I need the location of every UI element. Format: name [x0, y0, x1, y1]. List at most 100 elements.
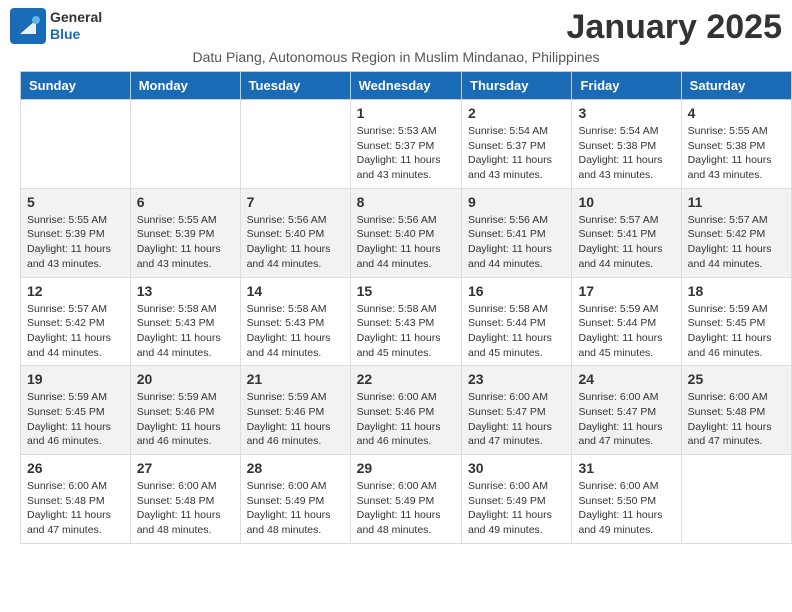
day-number: 15: [357, 283, 455, 299]
day-info: Sunrise: 5:55 AM Sunset: 5:39 PM Dayligh…: [137, 213, 234, 272]
day-cell: 1Sunrise: 5:53 AM Sunset: 5:37 PM Daylig…: [350, 100, 461, 189]
day-info: Sunrise: 5:54 AM Sunset: 5:37 PM Dayligh…: [468, 124, 565, 183]
day-cell: 18Sunrise: 5:59 AM Sunset: 5:45 PM Dayli…: [681, 277, 791, 366]
logo-general: General: [50, 9, 102, 25]
day-number: 19: [27, 371, 124, 387]
day-cell: [130, 100, 240, 189]
day-cell: 31 Sunrise: 6:00 AM Sunset: 5:50 PM Dayli…: [572, 455, 681, 544]
logo: General Blue: [10, 8, 102, 44]
day-cell: 11Sunrise: 5:57 AM Sunset: 5:42 PM Dayli…: [681, 188, 791, 277]
day-number: 13: [137, 283, 234, 299]
day-cell: [681, 455, 791, 544]
day-info: Sunrise: 5:55 AM Sunset: 5:39 PM Dayligh…: [27, 213, 124, 272]
day-cell: 27 Sunrise: 6:00 AM Sunset: 5:48 PM Dayli…: [130, 455, 240, 544]
day-cell: 5 Sunrise: 5:55 AM Sunset: 5:39 PM Daylig…: [21, 188, 131, 277]
day-info: Sunrise: 5:56 AM Sunset: 5:40 PM Dayligh…: [247, 213, 344, 272]
day-cell: 28 Sunrise: 6:00 AM Sunset: 5:49 PM Dayli…: [240, 455, 350, 544]
day-cell: 26 Sunrise: 6:00 AM Sunset: 5:48 PM Dayli…: [21, 455, 131, 544]
day-cell: [240, 100, 350, 189]
day-info: Sunrise: 5:59 AM Sunset: 5:46 PM Dayligh…: [247, 390, 344, 449]
day-info: Sunrise: 6:00 AM Sunset: 5:49 PM Dayligh…: [357, 479, 455, 538]
day-cell: 12 Sunrise: 5:57 AM Sunset: 5:42 PM Dayli…: [21, 277, 131, 366]
day-cell: 7Sunrise: 5:56 AM Sunset: 5:40 PM Daylig…: [240, 188, 350, 277]
day-cell: 30 Sunrise: 6:00 AM Sunset: 5:49 PM Dayli…: [462, 455, 572, 544]
logo-text: General Blue: [50, 9, 102, 43]
day-cell: 20Sunrise: 5:59 AM Sunset: 5:46 PM Dayli…: [130, 366, 240, 455]
day-header-thursday: Thursday: [462, 72, 572, 100]
day-number: 9: [468, 194, 565, 210]
day-info: Sunrise: 6:00 AM Sunset: 5:48 PM Dayligh…: [688, 390, 785, 449]
day-cell: 16 Sunrise: 5:58 AM Sunset: 5:44 PM Dayli…: [462, 277, 572, 366]
day-number: 16: [468, 283, 565, 299]
day-info: Sunrise: 6:00 AM Sunset: 5:49 PM Dayligh…: [247, 479, 344, 538]
day-number: 31: [578, 460, 674, 476]
day-info: Sunrise: 5:56 AM Sunset: 5:41 PM Dayligh…: [468, 213, 565, 272]
day-info: Sunrise: 5:55 AM Sunset: 5:38 PM Dayligh…: [688, 124, 785, 183]
day-header-sunday: Sunday: [21, 72, 131, 100]
day-number: 25: [688, 371, 785, 387]
day-cell: 23 Sunrise: 6:00 AM Sunset: 5:47 PM Dayli…: [462, 366, 572, 455]
day-number: 29: [357, 460, 455, 476]
day-cell: 13 Sunrise: 5:58 AM Sunset: 5:43 PM Dayli…: [130, 277, 240, 366]
month-title: January 2025: [567, 8, 783, 47]
day-number: 28: [247, 460, 344, 476]
day-cell: 4 Sunrise: 5:55 AM Sunset: 5:38 PM Daylig…: [681, 100, 791, 189]
day-info: Sunrise: 5:53 AM Sunset: 5:37 PM Dayligh…: [357, 124, 455, 183]
day-number: 12: [27, 283, 124, 299]
day-number: 17: [578, 283, 674, 299]
day-header-monday: Monday: [130, 72, 240, 100]
day-number: 3: [578, 105, 674, 121]
day-info: Sunrise: 6:00 AM Sunset: 5:47 PM Dayligh…: [468, 390, 565, 449]
day-cell: 25 Sunrise: 6:00 AM Sunset: 5:48 PM Dayli…: [681, 366, 791, 455]
day-number: 23: [468, 371, 565, 387]
day-cell: 3 Sunrise: 5:54 AM Sunset: 5:38 PM Daylig…: [572, 100, 681, 189]
day-cell: 29 Sunrise: 6:00 AM Sunset: 5:49 PM Dayli…: [350, 455, 461, 544]
day-info: Sunrise: 5:58 AM Sunset: 5:43 PM Dayligh…: [137, 302, 234, 361]
day-info: Sunrise: 5:54 AM Sunset: 5:38 PM Dayligh…: [578, 124, 674, 183]
day-info: Sunrise: 6:00 AM Sunset: 5:47 PM Dayligh…: [578, 390, 674, 449]
day-number: 6: [137, 194, 234, 210]
day-info: Sunrise: 5:59 AM Sunset: 5:46 PM Dayligh…: [137, 390, 234, 449]
day-header-tuesday: Tuesday: [240, 72, 350, 100]
day-cell: 8 Sunrise: 5:56 AM Sunset: 5:40 PM Daylig…: [350, 188, 461, 277]
logo-blue: Blue: [50, 26, 80, 42]
day-number: 21: [247, 371, 344, 387]
day-number: 14: [247, 283, 344, 299]
logo-icon: [10, 8, 46, 44]
day-header-saturday: Saturday: [681, 72, 791, 100]
day-cell: 14Sunrise: 5:58 AM Sunset: 5:43 PM Dayli…: [240, 277, 350, 366]
day-number: 26: [27, 460, 124, 476]
day-number: 27: [137, 460, 234, 476]
day-cell: 21 Sunrise: 5:59 AM Sunset: 5:46 PM Dayli…: [240, 366, 350, 455]
day-info: Sunrise: 5:56 AM Sunset: 5:40 PM Dayligh…: [357, 213, 455, 272]
day-cell: 17 Sunrise: 5:59 AM Sunset: 5:44 PM Dayli…: [572, 277, 681, 366]
day-info: Sunrise: 6:00 AM Sunset: 5:46 PM Dayligh…: [357, 390, 455, 449]
day-info: Sunrise: 5:58 AM Sunset: 5:43 PM Dayligh…: [357, 302, 455, 361]
day-number: 10: [578, 194, 674, 210]
day-number: 2: [468, 105, 565, 121]
day-number: 5: [27, 194, 124, 210]
day-number: 8: [357, 194, 455, 210]
day-cell: 6 Sunrise: 5:55 AM Sunset: 5:39 PM Daylig…: [130, 188, 240, 277]
day-header-friday: Friday: [572, 72, 681, 100]
day-header-wednesday: Wednesday: [350, 72, 461, 100]
day-number: 4: [688, 105, 785, 121]
day-cell: 15 Sunrise: 5:58 AM Sunset: 5:43 PM Dayli…: [350, 277, 461, 366]
day-cell: [21, 100, 131, 189]
day-info: Sunrise: 6:00 AM Sunset: 5:48 PM Dayligh…: [137, 479, 234, 538]
day-number: 18: [688, 283, 785, 299]
day-info: Sunrise: 5:59 AM Sunset: 5:45 PM Dayligh…: [27, 390, 124, 449]
subtitle: Datu Piang, Autonomous Region in Muslim …: [0, 47, 792, 71]
day-number: 30: [468, 460, 565, 476]
day-number: 24: [578, 371, 674, 387]
day-info: Sunrise: 5:58 AM Sunset: 5:44 PM Dayligh…: [468, 302, 565, 361]
day-cell: 10 Sunrise: 5:57 AM Sunset: 5:41 PM Dayli…: [572, 188, 681, 277]
day-info: Sunrise: 6:00 AM Sunset: 5:49 PM Dayligh…: [468, 479, 565, 538]
day-number: 22: [357, 371, 455, 387]
day-info: Sunrise: 5:59 AM Sunset: 5:44 PM Dayligh…: [578, 302, 674, 361]
day-info: Sunrise: 5:57 AM Sunset: 5:42 PM Dayligh…: [27, 302, 124, 361]
day-info: Sunrise: 5:57 AM Sunset: 5:42 PM Dayligh…: [688, 213, 785, 272]
day-info: Sunrise: 6:00 AM Sunset: 5:50 PM Dayligh…: [578, 479, 674, 538]
day-info: Sunrise: 5:57 AM Sunset: 5:41 PM Dayligh…: [578, 213, 674, 272]
day-info: Sunrise: 6:00 AM Sunset: 5:48 PM Dayligh…: [27, 479, 124, 538]
